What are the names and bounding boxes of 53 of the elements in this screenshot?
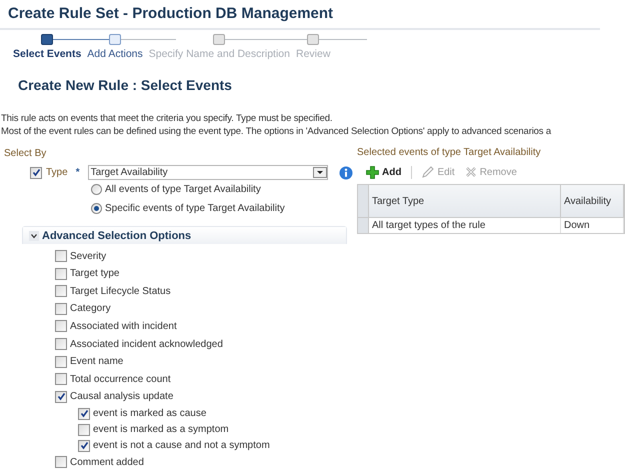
radio-label: Specific events of type Target Availability: [105, 202, 285, 216]
radio-button[interactable]: [91, 184, 102, 196]
option-label: Category: [70, 302, 111, 316]
checkbox[interactable]: [78, 408, 90, 420]
option-label: Causal analysis update: [70, 390, 174, 404]
option-label: Severity: [70, 250, 106, 264]
table-cell: Down: [561, 218, 624, 234]
pencil-icon: [422, 166, 434, 178]
step-link[interactable]: Add Actions: [84, 46, 146, 62]
checkbox[interactable]: [55, 338, 67, 350]
option-label: Target Lifecycle Status: [70, 284, 171, 299]
checkbox[interactable]: [55, 390, 67, 403]
description-text: This rule acts on events that meet the criteria you specify. Type must be specified.: [1, 112, 334, 126]
checkbox[interactable]: [55, 250, 67, 262]
option-label: Event name: [70, 355, 124, 370]
checkbox[interactable]: [55, 320, 67, 332]
option-label: event is marked as cause: [93, 407, 206, 422]
disclosure-toggle[interactable]: [29, 230, 39, 241]
checkbox[interactable]: [55, 456, 67, 468]
add-button[interactable]: Add: [366, 164, 402, 180]
checkbox[interactable]: [55, 356, 67, 368]
column-header[interactable]: Target Type: [369, 185, 561, 218]
section-label: Select By: [3, 147, 48, 162]
description-text: Most of the event rules can be defined using the event type. The options in 'Advanced Selection Options' apply to advanced scenarios a: [1, 125, 552, 138]
type-label: Type: [46, 166, 68, 180]
option-label: event is not a cause and not a symptom: [93, 439, 270, 454]
table-cell: All target types of the rule: [369, 218, 561, 234]
checkbox[interactable]: [55, 268, 67, 280]
radio-button[interactable]: [91, 203, 102, 214]
option-label: Comment added: [70, 456, 144, 470]
checkbox[interactable]: [55, 373, 67, 386]
type-dropdown[interactable]: Target Availability: [88, 165, 328, 180]
info-icon[interactable]: [338, 166, 353, 180]
column-header[interactable]: Availability: [561, 185, 624, 218]
section-header: Advanced Selection Options: [42, 228, 192, 244]
section-label: Selected events of type Target Availability: [357, 146, 542, 160]
option-label: Target type: [70, 267, 120, 282]
step-link[interactable]: Select Events: [10, 46, 84, 62]
checkbox[interactable]: [30, 166, 42, 179]
option-label: Associated with incident: [70, 320, 177, 334]
option-label: Total occurrence count: [70, 372, 171, 387]
plus-icon: [366, 166, 379, 179]
required-mark: *: [76, 166, 80, 180]
option-label: Associated incident acknowledged: [70, 338, 223, 352]
window-title: Create Rule Set - Production DB Management: [0, 0, 600, 30]
radio-label: All events of type Target Availability: [105, 183, 261, 198]
checkbox[interactable]: [78, 440, 90, 452]
page-heading: Create New Rule : Select Events: [17, 76, 233, 96]
checkbox[interactable]: [55, 285, 67, 298]
option-label: event is marked as a symptom: [93, 423, 229, 438]
checkbox[interactable]: [78, 424, 90, 436]
checkbox[interactable]: [55, 302, 67, 315]
x-icon: [464, 166, 477, 178]
